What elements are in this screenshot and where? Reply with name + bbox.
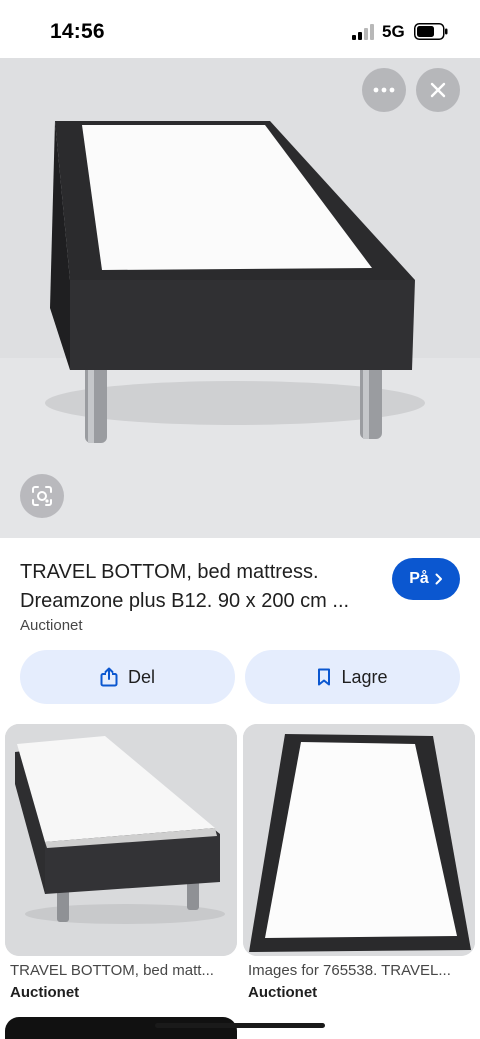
- related-image-2[interactable]: [243, 724, 475, 956]
- signal-icon: [352, 24, 374, 40]
- next-result-peek[interactable]: [5, 1017, 237, 1039]
- share-button[interactable]: Del: [20, 650, 235, 704]
- lens-search-button[interactable]: [20, 474, 64, 518]
- status-bar: 14:56 5G: [0, 0, 480, 58]
- chevron-right-icon: [435, 573, 442, 585]
- hero-image[interactable]: [0, 58, 480, 538]
- visit-button[interactable]: På: [392, 558, 460, 600]
- more-options-button[interactable]: [362, 68, 406, 112]
- save-button[interactable]: Lagre: [245, 650, 460, 704]
- lens-icon: [32, 486, 52, 506]
- share-icon: [100, 667, 118, 687]
- related-caption-2[interactable]: Images for 765538. TRAVEL...: [248, 962, 476, 979]
- result-title[interactable]: TRAVEL BOTTOM, bed mattress. Dreamzone p…: [20, 558, 380, 616]
- result-source: Auctionet: [20, 617, 83, 634]
- result-title-line-1: TRAVEL BOTTOM, bed mattress.: [20, 561, 319, 583]
- close-icon: [430, 82, 446, 98]
- network-label: 5G: [382, 22, 405, 41]
- related-image-1[interactable]: [5, 724, 237, 956]
- bookmark-icon: [318, 668, 331, 686]
- more-icon: [373, 87, 395, 93]
- close-button[interactable]: [416, 68, 460, 112]
- related-photo-1: [5, 724, 237, 956]
- related-source-2: Auctionet: [248, 984, 318, 1001]
- related-source-1: Auctionet: [10, 984, 80, 1001]
- bed-base-photo: [0, 58, 480, 538]
- related-photo-2: [243, 724, 475, 956]
- save-label: Lagre: [341, 666, 388, 687]
- result-title-line-2: Dreamzone plus B12. 90 x 200 cm ...: [20, 590, 350, 612]
- battery-icon: [414, 23, 448, 40]
- home-indicator[interactable]: [155, 1023, 325, 1028]
- related-caption-1[interactable]: TRAVEL BOTTOM, bed matt...: [10, 962, 238, 979]
- share-label: Del: [127, 666, 155, 687]
- visit-label: På: [409, 570, 429, 587]
- status-time: 14:56: [50, 20, 105, 43]
